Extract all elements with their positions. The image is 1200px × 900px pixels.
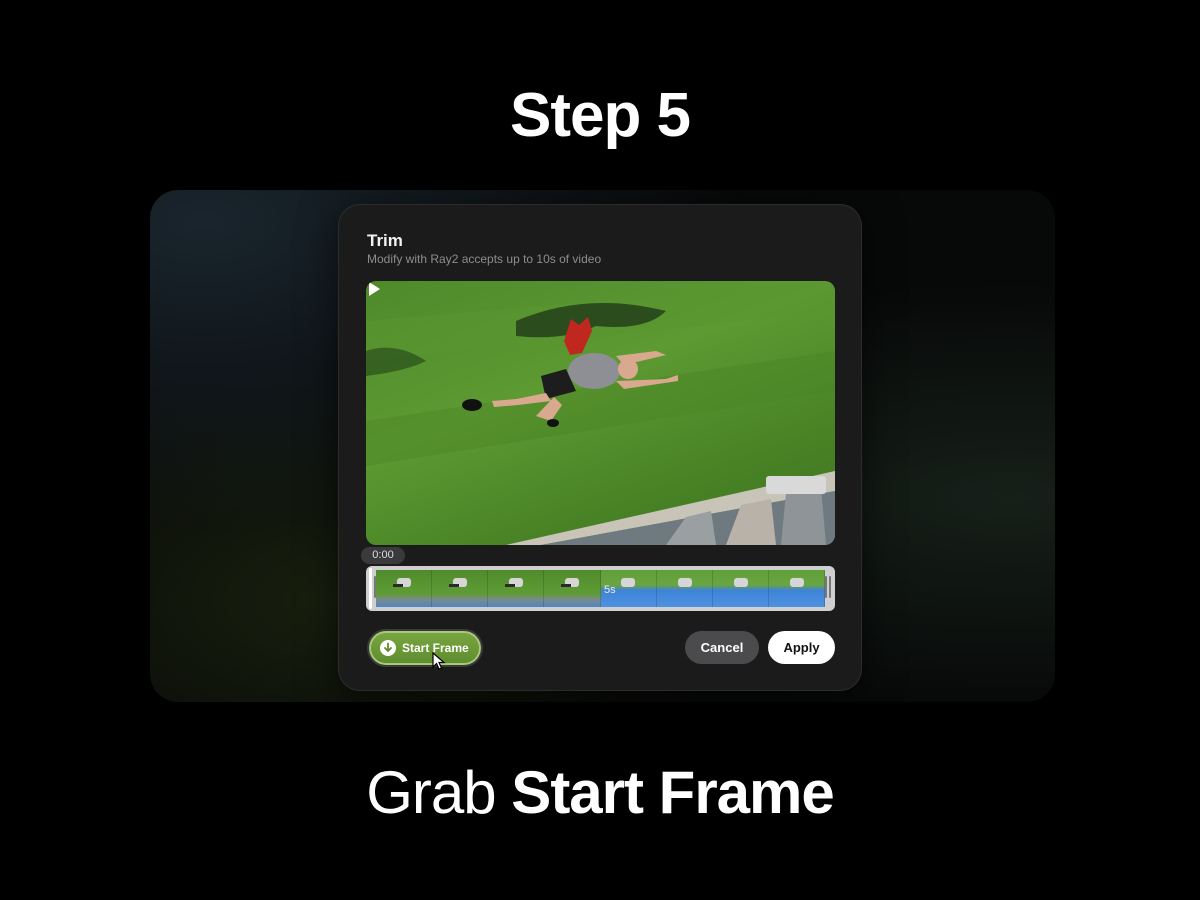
trim-dialog: Trim Modify with Ray2 accepts up to 10s …: [338, 204, 862, 691]
cancel-button[interactable]: Cancel: [685, 631, 759, 664]
video-preview[interactable]: [366, 281, 835, 545]
timeline-thumbnail: [712, 570, 769, 607]
trim-handle-left-grip: [374, 576, 376, 598]
timeline-scrubber[interactable]: 5s: [366, 566, 835, 611]
timeline-thumbnail: [376, 570, 433, 607]
dialog-subtitle: Modify with Ray2 accepts up to 10s of vi…: [367, 252, 602, 266]
timeline-thumbnail: [544, 570, 601, 607]
timeline-thumbnail: [768, 570, 825, 607]
thumbnail-strip: 5s: [376, 570, 825, 607]
cursor-icon: [432, 652, 446, 670]
apply-button[interactable]: Apply: [768, 631, 835, 664]
start-frame-button[interactable]: Start Frame: [367, 629, 483, 667]
current-time: 0:00: [361, 547, 405, 564]
timeline-thumbnail: [488, 570, 545, 607]
video-frame-illustration: [366, 281, 835, 545]
download-icon: [380, 640, 396, 656]
caption: Grab Start Frame: [0, 758, 1200, 827]
timeline-thumbnail: [656, 570, 713, 607]
play-icon[interactable]: [366, 281, 382, 297]
timeline-marker-label: 5s: [604, 584, 616, 596]
timeline-thumbnail: [432, 570, 489, 607]
caption-emphasis: Start Frame: [511, 759, 834, 826]
step-heading: Step 5: [509, 81, 691, 150]
playhead[interactable]: [369, 568, 372, 609]
trim-handle-right-grip: [825, 576, 827, 598]
dialog-title: Trim: [367, 231, 403, 250]
trim-handle-right[interactable]: [829, 576, 831, 598]
caption-prefix: Grab: [366, 759, 496, 826]
